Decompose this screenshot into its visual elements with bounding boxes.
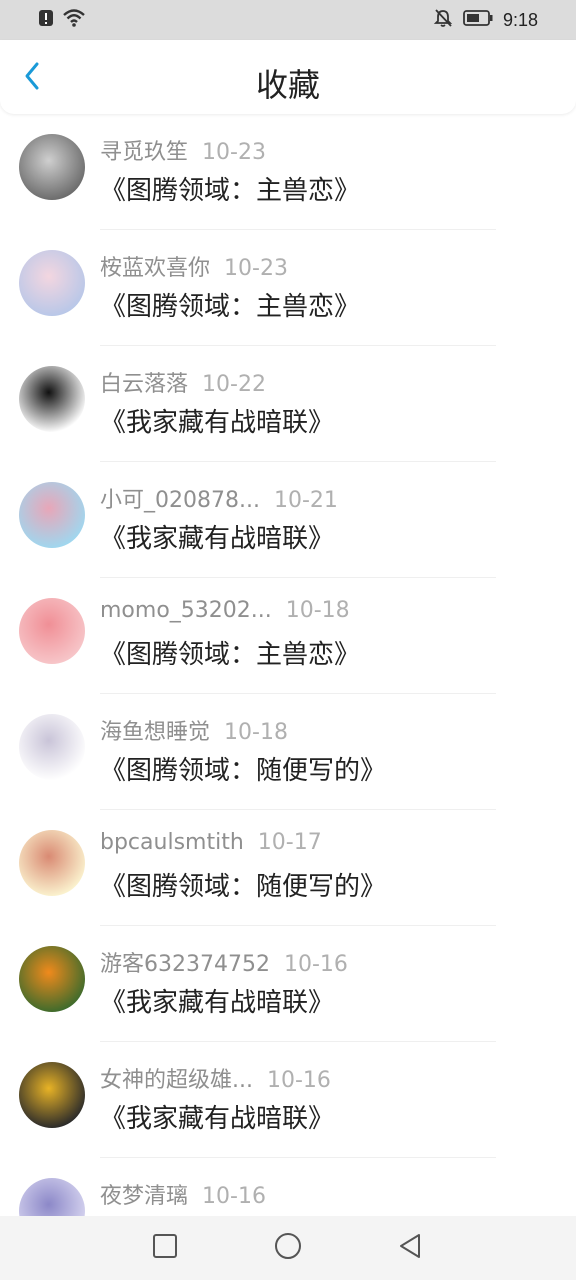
avatar[interactable] [19,482,85,548]
username: 夜梦清璃 [100,1184,189,1209]
back-nav-button[interactable] [394,1232,426,1264]
item-meta: 小可_020878... 10-21 [100,482,338,514]
status-right: 9:18 [433,8,538,32]
page-title: 收藏 [255,66,320,104]
list-item[interactable]: momo_53202... 10-18 《图腾领域：主兽恋》 [0,578,576,694]
item-title[interactable]: 《我家藏有战暗联》 [100,982,334,1019]
avatar[interactable] [19,250,85,316]
username: 白云落落 [100,372,189,397]
status-bar: 9:18 [0,0,576,40]
wifi-icon [62,9,86,31]
item-meta: 女神的超级雄... 10-16 [100,1062,331,1094]
header: 收藏 [0,40,576,114]
item-meta: 白云落落 10-22 [100,366,266,398]
date: 10-23 [202,140,266,165]
favorites-list[interactable]: 寻觅玖笙 10-23 《图腾领域：主兽恋》 桉蓝欢喜你 10-23 《图腾领域：主兽… [0,114,576,1216]
system-nav-bar [0,1216,576,1280]
list-item[interactable]: 白云落落 10-22 《我家藏有战暗联》 [0,346,576,462]
date: 10-16 [266,1068,331,1093]
username: 海鱼想睡觉 [100,720,211,745]
date: 10-21 [273,488,338,513]
avatar[interactable] [19,830,85,896]
date: 10-18 [285,598,350,623]
item-meta: 夜梦清璃 10-16 [100,1178,266,1210]
item-title[interactable]: 《图腾领域：主兽恋》 [100,286,360,323]
list-item[interactable]: 游客632374752 10-16 《我家藏有战暗联》 [0,926,576,1042]
username: 小可_020878... [100,488,260,513]
date: 10-16 [283,952,348,977]
status-time: 9:18 [502,9,538,30]
username: 寻觅玖笙 [100,140,189,165]
alert-icon [38,9,54,31]
item-meta: 桉蓝欢喜你 10-23 [100,250,288,282]
avatar[interactable] [19,134,85,200]
item-meta: 游客632374752 10-16 [100,946,348,978]
item-title[interactable]: 《图腾领域：随便写的》 [100,750,386,787]
date: 10-22 [202,372,266,397]
item-title[interactable]: 《我家藏有战暗联》 [100,1098,334,1135]
avatar[interactable] [19,1062,85,1128]
username: 桉蓝欢喜你 [100,256,211,281]
username: momo_53202... [100,598,272,623]
avatar[interactable] [19,946,85,1012]
home-icon [273,1231,303,1265]
item-title[interactable]: 《图腾领域：主兽恋》 [100,634,360,671]
list-item[interactable]: 桉蓝欢喜你 10-23 《图腾领域：主兽恋》 [0,230,576,346]
item-meta: 海鱼想睡觉 10-18 [100,714,288,746]
item-meta: momo_53202... 10-18 [100,598,350,623]
item-title[interactable]: 《图腾领域：主兽恋》 [100,170,360,207]
avatar[interactable] [19,366,85,432]
username: bpcaulsmtith [100,830,244,855]
item-title[interactable]: 《我家藏有战暗联》 [100,402,334,439]
battery-icon [463,10,493,30]
back-icon [397,1232,423,1264]
date: 10-23 [224,256,288,281]
date: 10-16 [202,1184,266,1209]
item-meta: bpcaulsmtith 10-17 [100,830,322,855]
item-meta: 寻觅玖笙 10-23 [100,134,266,166]
list-item[interactable]: 女神的超级雄... 10-16 《我家藏有战暗联》 [0,1042,576,1158]
item-title[interactable]: 《我家藏有战暗联》 [100,518,334,555]
recent-apps-icon [152,1233,178,1263]
username: 女神的超级雄... [100,1068,253,1093]
list-item[interactable]: 小可_020878... 10-21 《我家藏有战暗联》 [0,462,576,578]
list-item[interactable]: 海鱼想睡觉 10-18 《图腾领域：随便写的》 [0,694,576,810]
list-item[interactable]: bpcaulsmtith 10-17 《图腾领域：随便写的》 [0,810,576,926]
list-item[interactable]: 寻觅玖笙 10-23 《图腾领域：主兽恋》 [0,114,576,230]
date: 10-17 [257,830,322,855]
status-left [38,9,86,31]
avatar[interactable] [19,714,85,780]
home-button[interactable] [272,1232,304,1264]
username: 游客632374752 [100,952,270,977]
list-item[interactable]: 夜梦清璃 10-16 [0,1158,576,1216]
avatar[interactable] [19,1178,85,1216]
date: 10-18 [224,720,288,745]
item-title[interactable]: 《图腾领域：随便写的》 [100,866,386,903]
avatar[interactable] [19,598,85,664]
mute-icon [433,8,453,32]
recent-apps-button[interactable] [149,1232,181,1264]
